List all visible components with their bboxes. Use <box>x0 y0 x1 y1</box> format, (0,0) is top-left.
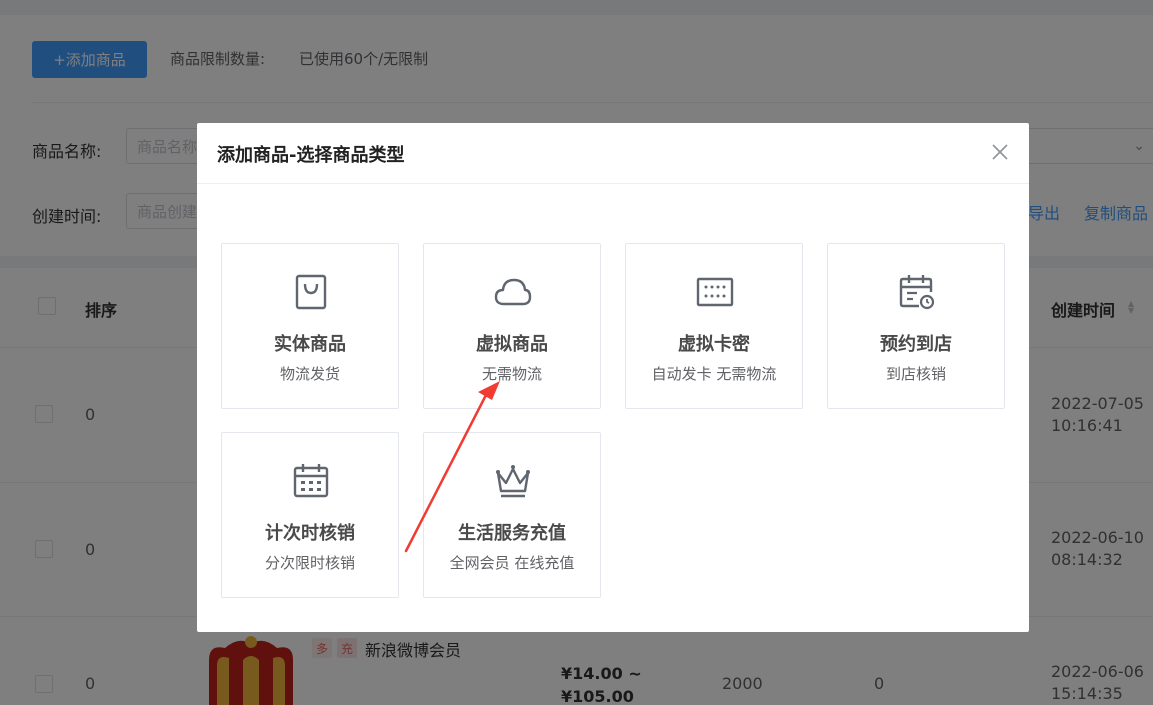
type-name: 虚拟商品 <box>476 334 548 355</box>
type-name: 生活服务充值 <box>458 523 566 544</box>
type-card-virtual[interactable]: 虚拟商品 无需物流 <box>423 243 601 409</box>
cloud-icon <box>493 272 533 312</box>
dialog-header: 添加商品-选择商品类型 <box>197 123 1029 184</box>
type-card-physical[interactable]: 实体商品 物流发货 <box>221 243 399 409</box>
dialog-title: 添加商品-选择商品类型 <box>217 145 405 166</box>
type-desc: 全网会员 在线充值 <box>449 554 575 572</box>
select-product-type-dialog: 添加商品-选择商品类型 实体商品 物流发货 虚拟商品 无需物流 虚拟卡密 自动发… <box>197 123 1029 632</box>
close-icon[interactable] <box>989 141 1011 163</box>
type-name: 虚拟卡密 <box>678 334 750 355</box>
crown-icon <box>493 461 533 501</box>
type-desc: 分次限时核销 <box>264 554 355 572</box>
type-desc: 无需物流 <box>481 365 542 383</box>
keypad-icon <box>695 272 735 312</box>
shopping-bag-icon <box>291 272 331 312</box>
type-name: 预约到店 <box>880 334 952 355</box>
calendar-clock-icon <box>897 272 937 312</box>
calendar-icon <box>291 461 331 501</box>
type-desc: 到店核销 <box>885 365 946 383</box>
type-name: 计次时核销 <box>265 523 355 544</box>
type-name: 实体商品 <box>274 334 346 355</box>
type-card-life-service-recharge[interactable]: 生活服务充值 全网会员 在线充值 <box>423 432 601 598</box>
type-desc: 自动发卡 无需物流 <box>651 365 777 383</box>
type-card-appointment[interactable]: 预约到店 到店核销 <box>827 243 1005 409</box>
type-card-timed-redemption[interactable]: 计次时核销 分次限时核销 <box>221 432 399 598</box>
type-card-card-code[interactable]: 虚拟卡密 自动发卡 无需物流 <box>625 243 803 409</box>
type-desc: 物流发货 <box>279 365 340 383</box>
